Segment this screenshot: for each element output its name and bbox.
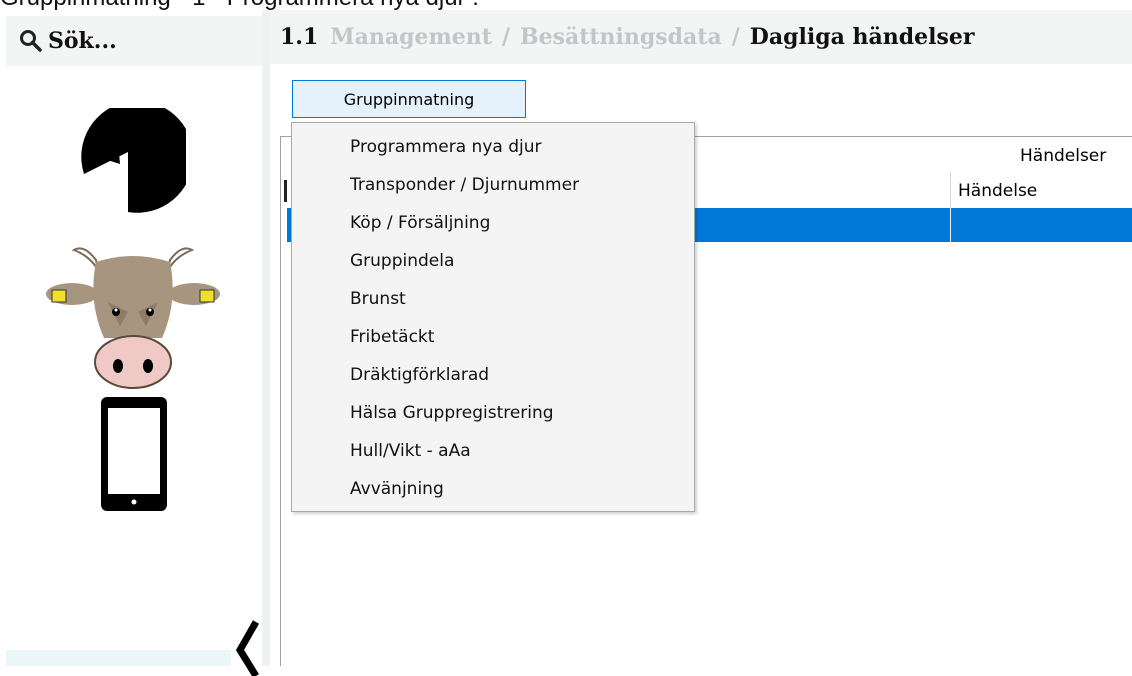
page-code: 1.1	[280, 24, 319, 50]
pie-chart-icon[interactable]	[76, 108, 186, 228]
menu-item-gruppindela[interactable]: Gruppindela	[350, 251, 454, 271]
gruppinmatning-dropdown: Programmera nya djur Transponder / Djurn…	[291, 122, 695, 512]
cell-divider	[950, 208, 951, 242]
search-box[interactable]: Sök...	[6, 16, 262, 66]
window-caption: Gruppinmatning - 1 - Programmera nya dju…	[0, 0, 479, 10]
breadcrumb-item-management[interactable]: Management	[330, 24, 492, 50]
breadcrumb-item-besattningsdata[interactable]: Besättningsdata	[520, 24, 722, 50]
menu-item-fribetackt[interactable]: Fribetäckt	[350, 327, 434, 347]
menu-item-transponder-djurnummer[interactable]: Transponder / Djurnummer	[350, 175, 579, 195]
sidebar: Sök...	[0, 10, 262, 676]
search-icon	[20, 30, 42, 52]
breadcrumb-separator: /	[731, 24, 740, 50]
mobile-phone-icon[interactable]	[98, 394, 170, 514]
menu-item-programmera-nya-djur[interactable]: Programmera nya djur	[350, 137, 542, 157]
menu-item-halsa-gruppregistrering[interactable]: Hälsa Gruppregistrering	[350, 403, 554, 423]
search-label: Sök...	[48, 28, 117, 54]
sidebar-divider	[262, 10, 270, 666]
grid-header-marker	[284, 180, 287, 202]
menu-item-draktigforklarad[interactable]: Dräktigförklarad	[350, 365, 489, 385]
menu-item-hull-vikt[interactable]: Hull/Vikt - aAa	[350, 441, 471, 461]
gruppinmatning-button[interactable]: Gruppinmatning	[292, 80, 526, 118]
grid-group-header: Händelser	[1020, 146, 1107, 166]
cow-icon[interactable]	[44, 242, 222, 392]
chevron-left-icon[interactable]	[230, 616, 262, 676]
menu-item-avvanjning[interactable]: Avvänjning	[350, 479, 444, 499]
menu-item-brunst[interactable]: Brunst	[350, 289, 406, 309]
breadcrumb-separator: /	[501, 24, 510, 50]
page-title: Dagliga händelser	[749, 24, 975, 50]
grid-column-header-handelse[interactable]: Händelse	[958, 181, 1037, 201]
menu-item-kop-forsaljning[interactable]: Köp / Försäljning	[350, 213, 490, 233]
breadcrumb: 1.1 Management / Besättningsdata / Dagli…	[270, 10, 1132, 64]
sidebar-footer	[6, 650, 231, 666]
